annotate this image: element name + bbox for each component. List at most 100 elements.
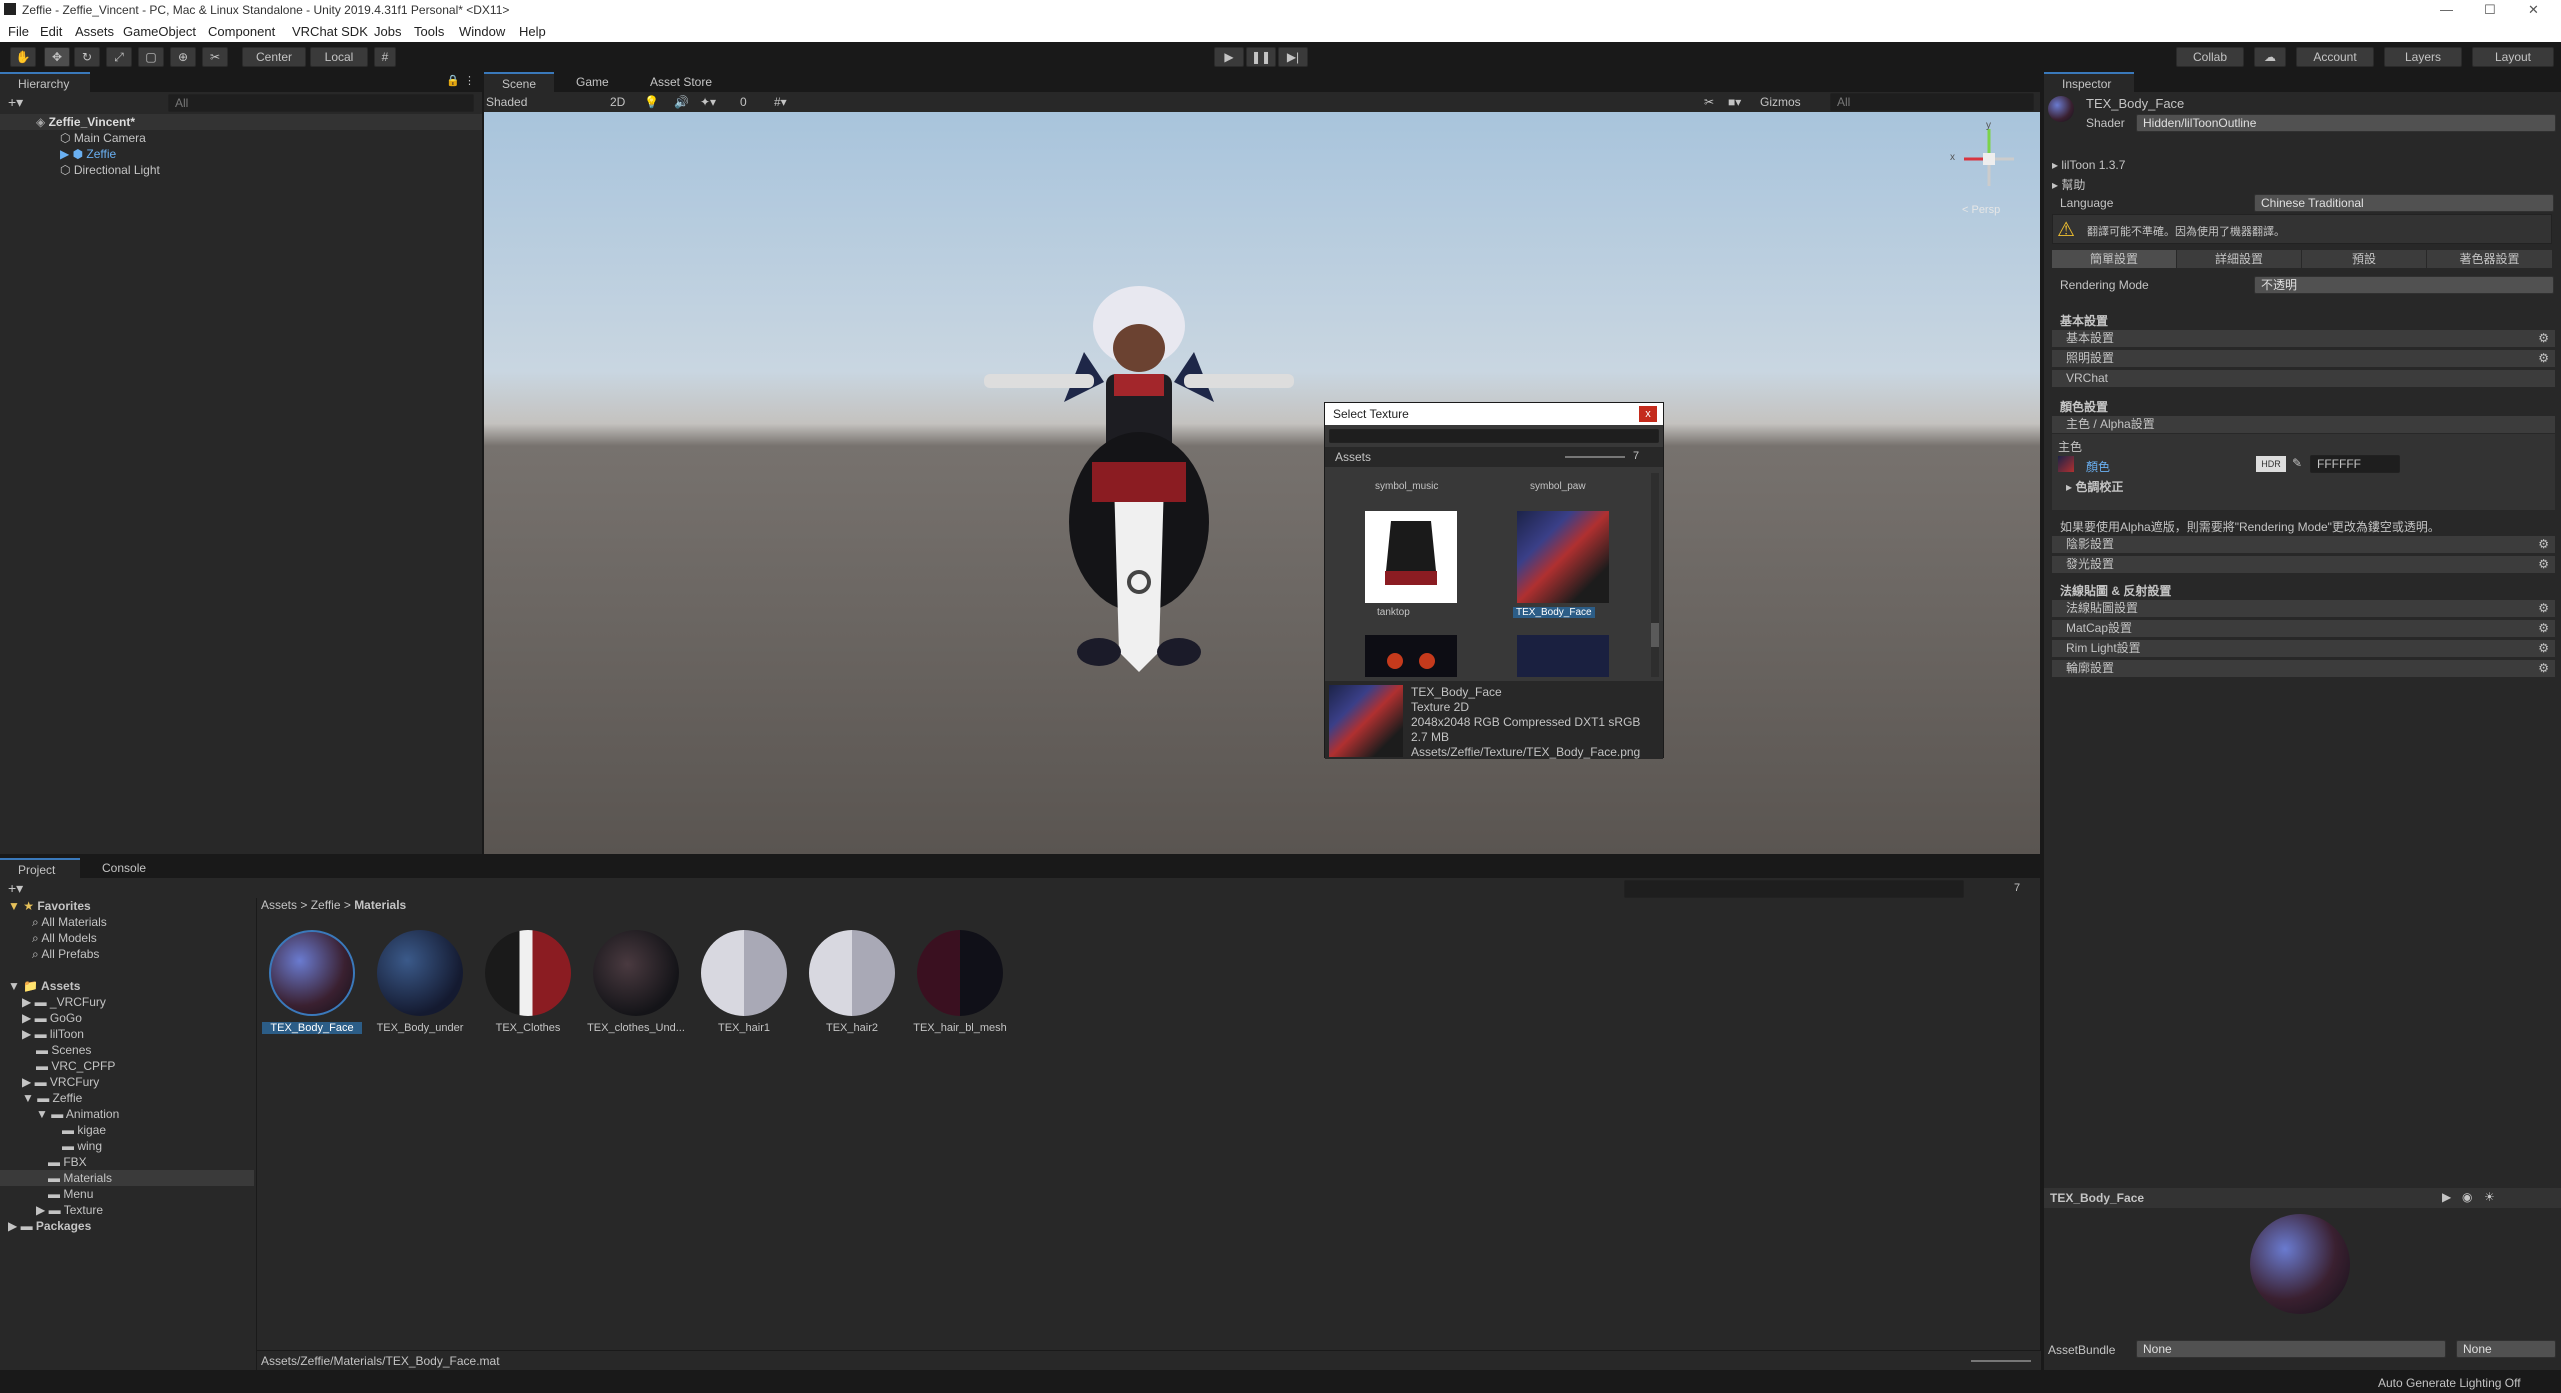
material-thumb-tex-body-under[interactable]: [377, 930, 463, 1016]
material-thumb-tex-hair2[interactable]: [809, 930, 895, 1016]
favorite-all-models[interactable]: ⌕ All Models: [0, 930, 254, 946]
folder-menu[interactable]: ▬ Menu: [0, 1186, 254, 1202]
hierarchy-item-zeffie[interactable]: ▶ ⬢ Zeffie: [0, 146, 482, 162]
folder-scenes[interactable]: ▬ Scenes: [0, 1042, 254, 1058]
folder-vrc-cpfp[interactable]: ▬ VRC_CPFP: [0, 1058, 254, 1074]
preview-play-icon[interactable]: ▶: [2442, 1190, 2451, 1204]
tab-presets[interactable]: 預設: [2302, 250, 2426, 268]
texture-search-input[interactable]: [1329, 429, 1659, 443]
material-thumb-tex-hair1[interactable]: [701, 930, 787, 1016]
gear-icon[interactable]: ⚙: [2538, 330, 2549, 347]
section-vrchat[interactable]: VRChat: [2052, 370, 2555, 387]
menu-jobs[interactable]: Jobs: [374, 24, 401, 39]
menu-dots-icon[interactable]: ⋮: [464, 74, 475, 87]
play-button[interactable]: ▶: [1214, 47, 1244, 67]
pivot-center-button[interactable]: Center: [242, 47, 306, 67]
pause-button[interactable]: ❚❚: [1246, 47, 1276, 67]
pivot-local-button[interactable]: Local: [310, 47, 368, 67]
help-row[interactable]: ▸ 幫助: [2052, 176, 2085, 193]
account-dropdown[interactable]: Account: [2296, 47, 2374, 67]
hex-color-input[interactable]: FFFFFF: [2310, 455, 2400, 473]
minimize-icon[interactable]: —: [2440, 2, 2453, 17]
shading-mode-dropdown[interactable]: Shaded: [486, 95, 596, 109]
menu-gameobject[interactable]: GameObject: [123, 24, 196, 39]
menu-component[interactable]: Component: [208, 24, 275, 39]
rendering-mode-dropdown[interactable]: 不透明: [2254, 276, 2554, 294]
dialog-tab-assets[interactable]: Assets: [1335, 450, 1371, 464]
texture-label-tex-body-face[interactable]: TEX_Body_Face: [1513, 607, 1595, 618]
breadcrumb-zeffie[interactable]: Zeffie: [311, 898, 341, 912]
move-tool-icon[interactable]: ✥: [44, 47, 70, 67]
tab-hierarchy[interactable]: Hierarchy: [0, 72, 90, 92]
hierarchy-item-directional-light[interactable]: ⬡ Directional Light: [0, 162, 482, 178]
material-label[interactable]: TEX_hair2: [802, 1022, 902, 1034]
folder-zeffie[interactable]: ▼ ▬ Zeffie: [0, 1090, 254, 1106]
hidden-objects-count[interactable]: 0: [740, 95, 747, 109]
close-icon[interactable]: ✕: [2528, 2, 2539, 18]
section-rim-light[interactable]: Rim Light設置 ⚙: [2052, 640, 2555, 657]
rotate-tool-icon[interactable]: ↻: [74, 47, 100, 67]
tab-advanced-settings[interactable]: 詳細設置: [2177, 250, 2301, 268]
material-label[interactable]: TEX_Clothes: [478, 1022, 578, 1034]
folder-wing[interactable]: ▬ wing: [0, 1138, 254, 1154]
menu-file[interactable]: File: [8, 24, 29, 39]
add-icon[interactable]: +▾: [8, 94, 23, 111]
tab-console[interactable]: Console: [84, 858, 164, 878]
eyedropper-icon[interactable]: ✎: [2292, 456, 2302, 470]
folder-vrcfury-underscore[interactable]: ▶ ▬ _VRCFury: [0, 994, 254, 1010]
language-dropdown[interactable]: Chinese Traditional: [2254, 194, 2554, 212]
section-shadow[interactable]: 陰影設置 ⚙: [2052, 536, 2555, 553]
texture-thumb-tex-body-face[interactable]: [1517, 511, 1609, 603]
scene-viewport[interactable]: y x < Persp Select Texture x Assets 7 sy…: [484, 112, 2040, 854]
material-thumb-tex-clothes[interactable]: [485, 930, 571, 1016]
material-thumb-tex-hair-bl-mesh[interactable]: [917, 930, 1003, 1016]
gizmos-dropdown[interactable]: Gizmos: [1760, 95, 1801, 109]
assetbundle-dropdown[interactable]: None: [2136, 1340, 2446, 1358]
hand-tool-icon[interactable]: ✋: [10, 47, 36, 67]
material-label[interactable]: TEX_clothes_Und...: [586, 1022, 686, 1034]
gear-icon[interactable]: ⚙: [2538, 640, 2549, 657]
section-outline[interactable]: 輪廓設置 ⚙: [2052, 660, 2555, 677]
tab-simple-settings[interactable]: 簡單設置: [2052, 250, 2176, 268]
folder-texture[interactable]: ▶ ▬ Texture: [0, 1202, 254, 1218]
favorite-all-materials[interactable]: ⌕ All Materials: [0, 914, 254, 930]
preview-sphere-icon[interactable]: ◉: [2462, 1190, 2472, 1204]
shader-dropdown[interactable]: Hidden/lilToonOutline: [2136, 114, 2556, 132]
tab-scene[interactable]: Scene: [484, 72, 554, 92]
custom-tool-icon[interactable]: ✂: [202, 47, 228, 67]
hierarchy-search-input[interactable]: All: [168, 94, 474, 112]
tab-project[interactable]: Project: [0, 858, 80, 878]
layers-dropdown[interactable]: Layers: [2384, 47, 2462, 67]
gear-icon[interactable]: ⚙: [2538, 620, 2549, 637]
collab-dropdown[interactable]: Collab: [2176, 47, 2244, 67]
scene-root-row[interactable]: ◈ Zeffie_Vincent*: [0, 114, 482, 130]
liltoon-version-row[interactable]: ▸ lilToon 1.3.7: [2052, 158, 2125, 172]
favorites-header[interactable]: ▼ ★ Favorites: [0, 898, 254, 914]
tab-game[interactable]: Game: [558, 72, 628, 92]
gear-icon[interactable]: ⚙: [2538, 536, 2549, 553]
folder-animation[interactable]: ▼ ▬ Animation: [0, 1106, 254, 1122]
audio-toggle-icon[interactable]: 🔊: [674, 95, 689, 109]
lock-icon[interactable]: 🔒: [446, 74, 460, 87]
folder-fbx[interactable]: ▬ FBX: [0, 1154, 254, 1170]
tab-shader-settings[interactable]: 著色器設置: [2427, 250, 2552, 268]
rect-tool-icon[interactable]: ▢: [138, 47, 164, 67]
gear-icon[interactable]: ⚙: [2538, 556, 2549, 573]
preview-light-icon[interactable]: ☀: [2484, 1190, 2495, 1204]
breadcrumb-assets[interactable]: Assets: [261, 898, 297, 912]
section-basic[interactable]: 基本設置 ⚙: [2052, 330, 2555, 347]
material-preview-sphere[interactable]: [2250, 1214, 2350, 1314]
tab-asset-store[interactable]: Asset Store: [632, 72, 732, 92]
menu-vrchat-sdk[interactable]: VRChat SDK: [292, 24, 368, 39]
folder-materials[interactable]: ▬ Materials: [0, 1170, 254, 1186]
texture-thumb-eyes[interactable]: [1365, 635, 1457, 677]
dialog-scrollbar[interactable]: [1651, 473, 1659, 677]
section-emission[interactable]: 發光設置 ⚙: [2052, 556, 2555, 573]
dialog-close-button[interactable]: x: [1639, 406, 1657, 422]
menu-help[interactable]: Help: [519, 24, 546, 39]
orientation-gizmo[interactable]: y x: [1950, 120, 2024, 194]
thumbnail-size-slider[interactable]: [1971, 1360, 2031, 1362]
color-correction-row[interactable]: ▸ 色調校正: [2066, 478, 2123, 495]
gear-icon[interactable]: ⚙: [2538, 660, 2549, 677]
material-label[interactable]: TEX_Body_Face: [262, 1022, 362, 1034]
